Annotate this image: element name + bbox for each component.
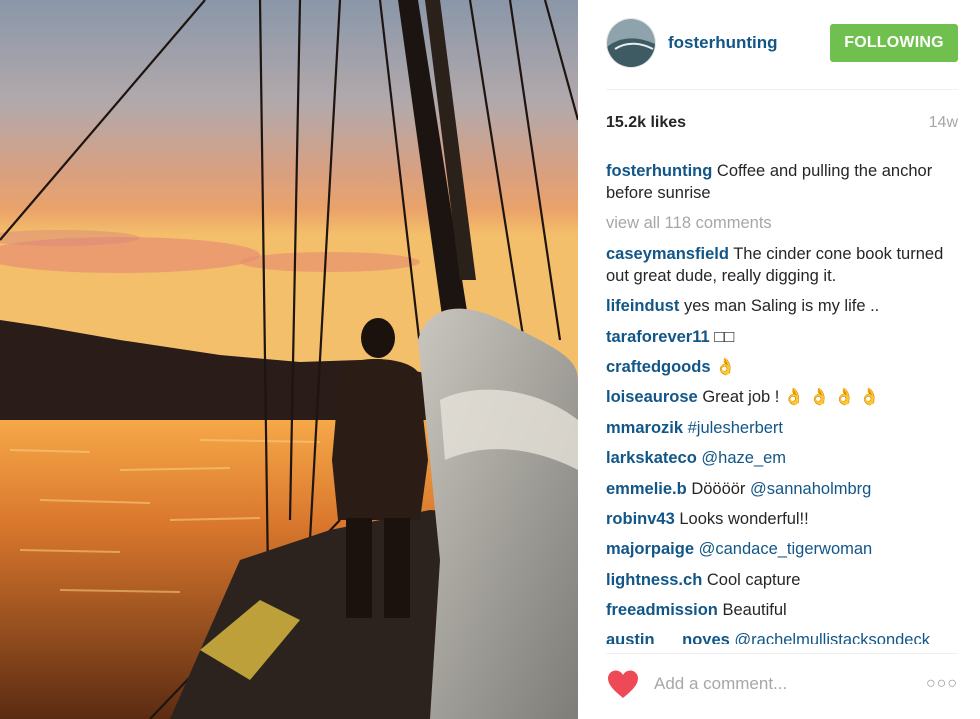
comment-text: Cool capture — [706, 570, 801, 589]
comment-mention[interactable]: @candace_tigerwoman — [699, 540, 873, 558]
comment-text: Looks wonderful!! — [679, 509, 809, 528]
comment-username[interactable]: austin___noyes — [606, 631, 730, 644]
view-all-comments-link[interactable]: view all 118 comments — [606, 212, 958, 234]
list-item: caseymansfield The cinder cone book turn… — [606, 243, 958, 287]
list-item: lightness.ch Cool capture — [606, 569, 958, 591]
comment-footer: ○○○ — [606, 664, 958, 704]
list-item: taraforever11 □□ — [606, 326, 958, 348]
comment-username[interactable]: mmarozik — [606, 419, 683, 437]
post-detail-panel: fosterhunting FOLLOWING 15.2k likes 14w … — [578, 0, 980, 719]
comment-username[interactable]: taraforever11 — [606, 328, 710, 346]
comment-username[interactable]: caseymansfield — [606, 245, 729, 263]
comment-text: 👌 — [715, 357, 736, 376]
list-item: austin___noyes @rachelmullistacksondeck — [606, 629, 958, 644]
comment-username[interactable]: majorpaige — [606, 540, 694, 558]
list-item: larkskateco @haze_em — [606, 447, 958, 469]
post-stats: 15.2k likes 14w — [606, 114, 958, 132]
comment-list[interactable]: fosterhunting Coffee and pulling the anc… — [606, 160, 958, 644]
comment-mention[interactable]: @haze_em — [701, 449, 786, 467]
more-options-icon[interactable]: ○○○ — [926, 675, 958, 693]
likes-count[interactable]: 15.2k likes — [606, 114, 686, 132]
comment-username[interactable]: craftedgoods — [606, 358, 711, 376]
caption: fosterhunting Coffee and pulling the anc… — [606, 160, 958, 204]
list-item: mmarozik #julesherbert — [606, 417, 958, 439]
comment-username[interactable]: freeadmission — [606, 601, 718, 619]
heart-icon[interactable] — [606, 669, 640, 699]
comment-username[interactable]: emmelie.b — [606, 480, 687, 498]
list-item: robinv43 Looks wonderful!! — [606, 508, 958, 530]
list-item: emmelie.b Döööör @sannaholmbrg — [606, 478, 958, 500]
comment-username[interactable]: loiseaurose — [606, 388, 698, 406]
comment-hashtag[interactable]: #julesherbert — [688, 419, 783, 437]
comment-text: □□ — [714, 327, 735, 346]
list-item: loiseaurose Great job ! 👌 👌 👌 👌 — [606, 386, 958, 408]
list-item: lifeindust yes man Saling is my life .. — [606, 295, 958, 317]
comment-username[interactable]: larkskateco — [606, 449, 697, 467]
comment-mention[interactable]: @rachelmullistacksondeck — [734, 631, 930, 644]
avatar[interactable] — [606, 18, 656, 68]
post-header: fosterhunting FOLLOWING — [606, 17, 958, 69]
list-item: majorpaige @candace_tigerwoman — [606, 538, 958, 560]
footer-divider — [606, 653, 958, 654]
comment-text: Döööör — [691, 479, 746, 498]
list-item: freeadmission Beautiful — [606, 599, 958, 621]
comment-username[interactable]: lifeindust — [606, 297, 679, 315]
comment-username[interactable]: robinv43 — [606, 510, 675, 528]
add-comment-input[interactable] — [654, 674, 904, 694]
comment-text: Beautiful — [722, 601, 787, 620]
sunset-sailboat-image — [0, 0, 578, 719]
post-photo[interactable] — [0, 0, 578, 719]
comment-mention[interactable]: @sannaholmbrg — [750, 480, 871, 498]
post-username[interactable]: fosterhunting — [668, 33, 778, 53]
post-age[interactable]: 14w — [929, 114, 958, 132]
header-divider — [606, 89, 958, 90]
list-item: craftedgoods 👌 — [606, 356, 958, 378]
comment-text: yes man Saling is my life .. — [683, 297, 880, 316]
comment-text: Great job ! 👌 👌 👌 👌 — [702, 388, 880, 407]
comment-username[interactable]: lightness.ch — [606, 571, 702, 589]
caption-username[interactable]: fosterhunting — [606, 162, 712, 180]
following-button[interactable]: FOLLOWING — [830, 24, 958, 62]
